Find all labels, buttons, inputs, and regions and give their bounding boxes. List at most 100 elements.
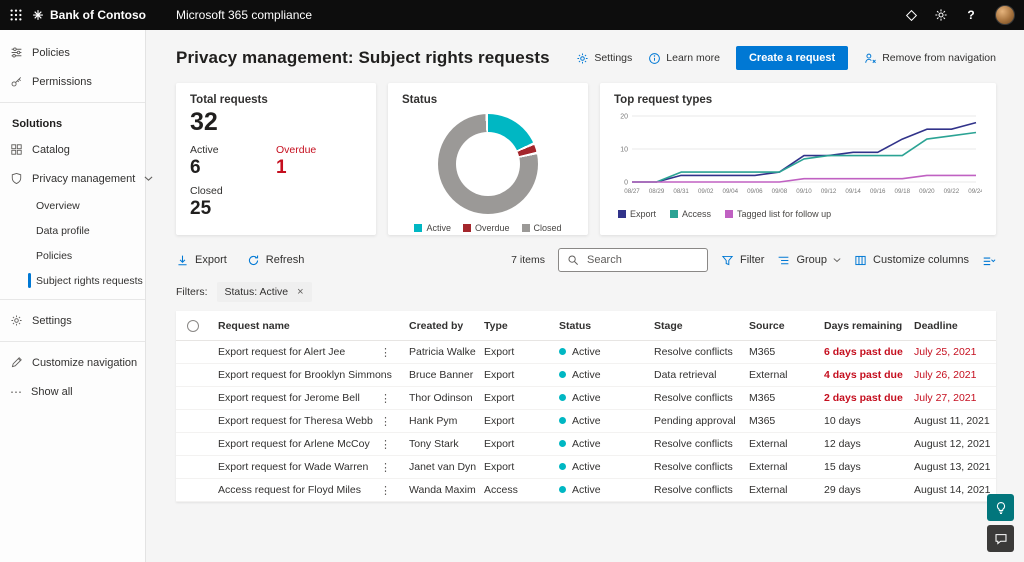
svg-text:09/22: 09/22: [944, 188, 960, 195]
sidebar-subitem-label: Overview: [36, 199, 80, 212]
request-name[interactable]: Export request for Jerome Bell: [218, 392, 360, 404]
learn-more-button[interactable]: Learn more: [648, 52, 720, 65]
stage-cell: Resolve conflicts: [654, 438, 733, 450]
svg-text:09/06: 09/06: [747, 188, 763, 195]
sidebar-item-permissions[interactable]: Permissions: [0, 67, 145, 96]
chevron-down-icon: [833, 258, 841, 263]
deadline-cell: July 27, 2021: [914, 392, 977, 404]
trend-legend: Export Access Tagged list for follow up: [614, 209, 982, 219]
refresh-button[interactable]: Refresh: [247, 254, 304, 267]
row-actions-icon[interactable]: ⋮: [374, 438, 401, 451]
sidebar-item-policies[interactable]: Policies: [0, 38, 145, 67]
source-cell: External: [749, 461, 788, 473]
create-request-button[interactable]: Create a request: [735, 46, 849, 70]
filter-chip-status-active[interactable]: Status: Active ×: [216, 282, 312, 302]
column-header-deadline[interactable]: Deadline: [906, 320, 996, 332]
request-name[interactable]: Access request for Floyd Miles: [218, 484, 361, 496]
row-actions-icon[interactable]: ⋮: [374, 392, 401, 405]
type-cell: Export: [484, 415, 515, 427]
select-all-checkbox[interactable]: [187, 319, 199, 332]
sidebar-item-subject-rights-requests[interactable]: Subject rights requests: [0, 268, 145, 293]
svg-text:09/24: 09/24: [968, 188, 982, 195]
card-title: Total requests: [190, 94, 268, 106]
settings-gear-icon[interactable]: [926, 0, 956, 30]
request-name[interactable]: Export request for Theresa Webb: [218, 415, 373, 427]
view-options-button[interactable]: [982, 254, 996, 267]
column-header-days-remaining[interactable]: Days remaining↓: [816, 320, 906, 332]
sidebar-subitem-label: Policies: [36, 249, 73, 262]
ellipsis-icon: ⋯: [10, 384, 22, 399]
request-name[interactable]: Export request for Brooklyn Simmons: [218, 369, 392, 381]
status-dot-icon: [559, 371, 566, 378]
request-name[interactable]: Export request for Wade Warren: [218, 461, 368, 473]
app-launcher-waffle-icon[interactable]: [0, 0, 32, 30]
row-actions-icon[interactable]: ⋮: [374, 461, 401, 474]
tenant-brand[interactable]: Bank of Contoso: [32, 8, 154, 22]
deadline-cell: July 25, 2021: [914, 346, 977, 358]
svg-text:09/02: 09/02: [698, 188, 714, 195]
sidebar-item-data-profile[interactable]: Data profile: [0, 218, 145, 243]
row-actions-icon[interactable]: ⋮: [374, 346, 401, 359]
source-cell: M365: [749, 346, 776, 358]
column-header-request-name[interactable]: Request name: [210, 320, 401, 332]
user-avatar[interactable]: [995, 5, 1015, 25]
sidebar-item-show-all[interactable]: ⋯ Show all: [0, 377, 145, 406]
settings-button[interactable]: Settings: [576, 52, 632, 65]
created-by-cell: Wanda Maximoff: [409, 484, 476, 496]
customize-columns-button[interactable]: Customize columns: [854, 254, 969, 267]
sidebar-item-label: Settings: [32, 314, 72, 327]
column-header-source[interactable]: Source: [741, 320, 816, 332]
sidebar-item-overview[interactable]: Overview: [0, 193, 145, 218]
feedback-button[interactable]: [987, 525, 1014, 552]
sidebar-item-label: Catalog: [32, 143, 70, 156]
column-header-status[interactable]: Status: [551, 320, 646, 332]
top-request-types-card: Top request types 0 10 20 08/27 08/29 08/31 09…: [600, 83, 996, 235]
chip-close-icon[interactable]: ×: [297, 286, 303, 298]
table-row[interactable]: Export request for Brooklyn Simmons ⋮ Br…: [176, 364, 996, 387]
status-cell: Active: [551, 415, 646, 427]
sidebar-item-privacy-policies[interactable]: Policies: [0, 243, 145, 268]
sidebar-item-customize-navigation[interactable]: Customize navigation: [0, 348, 145, 377]
column-header-stage[interactable]: Stage: [646, 320, 741, 332]
sidebar-subitem-label: Data profile: [36, 224, 90, 237]
type-cell: Access: [484, 484, 518, 496]
group-button[interactable]: Group: [777, 254, 841, 267]
status-cell: Active: [551, 346, 646, 358]
table-row[interactable]: Access request for Floyd Miles ⋮ Wanda M…: [176, 479, 996, 502]
items-count: 7 items: [511, 254, 545, 266]
request-name[interactable]: Export request for Arlene McCoy: [218, 438, 370, 450]
search-input[interactable]: [584, 253, 699, 267]
legend-item: Access: [670, 209, 711, 219]
created-by-cell: Patricia Walker: [409, 346, 476, 358]
sidebar-item-privacy-management[interactable]: Privacy management: [0, 164, 153, 193]
chevron-down-icon[interactable]: [144, 174, 153, 183]
column-header-type[interactable]: Type: [476, 320, 551, 332]
sidebar-item-settings[interactable]: Settings: [0, 306, 145, 335]
column-header-created-by[interactable]: Created by: [401, 320, 476, 332]
row-actions-icon[interactable]: ⋮: [374, 415, 401, 428]
whats-new-diamond-icon[interactable]: [896, 0, 926, 30]
row-actions-icon[interactable]: ⋮: [392, 369, 401, 382]
closed-label: Closed: [190, 185, 223, 198]
search-box[interactable]: [557, 248, 708, 272]
table-row[interactable]: Export request for Jerome Bell ⋮ Thor Od…: [176, 387, 996, 410]
status-legend: Active Overdue Closed: [402, 223, 574, 233]
export-button[interactable]: Export: [176, 254, 227, 267]
tips-button[interactable]: [987, 494, 1014, 521]
table-row[interactable]: Export request for Wade Warren ⋮ Janet v…: [176, 456, 996, 479]
svg-text:09/20: 09/20: [919, 188, 935, 195]
request-name[interactable]: Export request for Alert Jee: [218, 346, 345, 358]
row-actions-icon[interactable]: ⋮: [374, 484, 401, 497]
top-app-bar: Bank of Contoso Microsoft 365 compliance…: [0, 0, 1024, 30]
table-row[interactable]: Export request for Arlene McCoy ⋮ Tony S…: [176, 433, 996, 456]
filter-button[interactable]: Filter: [721, 254, 764, 267]
source-cell: External: [749, 484, 788, 496]
created-by-cell: Tony Stark: [409, 438, 459, 450]
table-row[interactable]: Export request for Alert Jee ⋮ Patricia …: [176, 341, 996, 364]
pencil-icon: [10, 356, 23, 369]
remove-from-navigation-button[interactable]: Remove from navigation: [864, 52, 996, 65]
sidebar-item-catalog[interactable]: Catalog: [0, 135, 145, 164]
help-icon[interactable]: ?: [956, 0, 986, 30]
chat-bubble-icon: [994, 532, 1008, 546]
table-row[interactable]: Export request for Theresa Webb ⋮ Hank P…: [176, 410, 996, 433]
